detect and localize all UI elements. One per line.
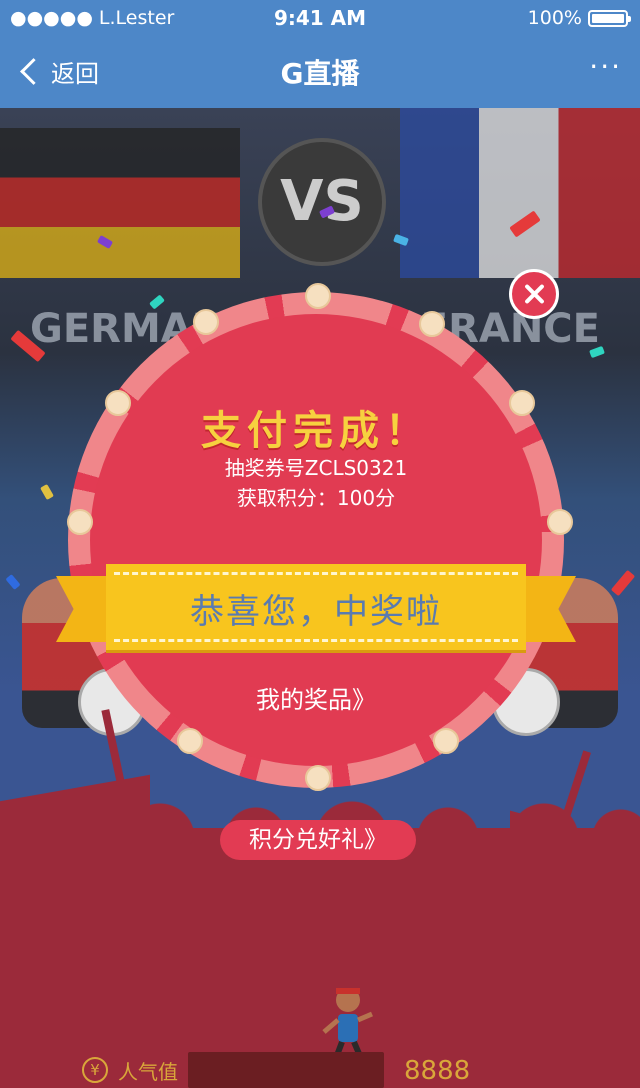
payment-success-modal: 支付完成！ 抽奖券号ZCLS0321 获取积分：100分 恭喜您，中奖啦 我的奖…	[56, 283, 578, 791]
ring-dot	[67, 509, 93, 535]
status-bar: ●●●●● L.Lester 9:41 AM 100%	[0, 0, 640, 36]
popularity-value: 8888	[404, 1056, 471, 1086]
france-flag-image	[400, 108, 640, 278]
congrats-ribbon: 恭喜您，中奖啦	[56, 564, 576, 650]
popularity-bar: ¥ 人气值	[82, 1052, 384, 1088]
germany-flag-image	[0, 128, 240, 278]
ring-dot	[419, 311, 445, 337]
battery-percent: 100%	[527, 7, 582, 29]
ring-dot	[305, 283, 331, 309]
close-modal-button[interactable]	[509, 269, 559, 319]
ribbon-banner: 恭喜您，中奖啦	[106, 564, 526, 650]
confetti	[40, 483, 54, 501]
battery-indicator: 100%	[527, 7, 631, 29]
confetti	[5, 574, 21, 590]
ring-dot	[177, 728, 203, 754]
ring-dot	[193, 309, 219, 335]
lottery-ticket-number: 抽奖券号ZCLS0321	[224, 456, 408, 480]
page-title: G直播	[280, 57, 360, 90]
confetti	[610, 569, 636, 597]
battery-icon	[588, 9, 631, 27]
more-options-button[interactable]: ···	[589, 50, 622, 83]
vs-badge: VS	[258, 138, 386, 266]
points-earned: 获取积分：100分	[236, 486, 396, 510]
nav-bar: 返回 G直播 ···	[0, 36, 640, 108]
ring-dot	[547, 509, 573, 535]
congrats-text: 恭喜您，中奖啦	[190, 592, 442, 632]
yen-icon: ¥	[82, 1057, 108, 1083]
ring-dot	[433, 728, 459, 754]
payment-complete-title: 支付完成！	[201, 408, 431, 454]
ring-dot	[305, 765, 331, 791]
my-prizes-link[interactable]: 我的奖品》	[68, 680, 564, 715]
redeem-points-button[interactable]: 积分兑好礼》	[220, 820, 416, 860]
popularity-progress-track	[188, 1052, 384, 1088]
popularity-label: 人气值	[118, 1059, 178, 1084]
